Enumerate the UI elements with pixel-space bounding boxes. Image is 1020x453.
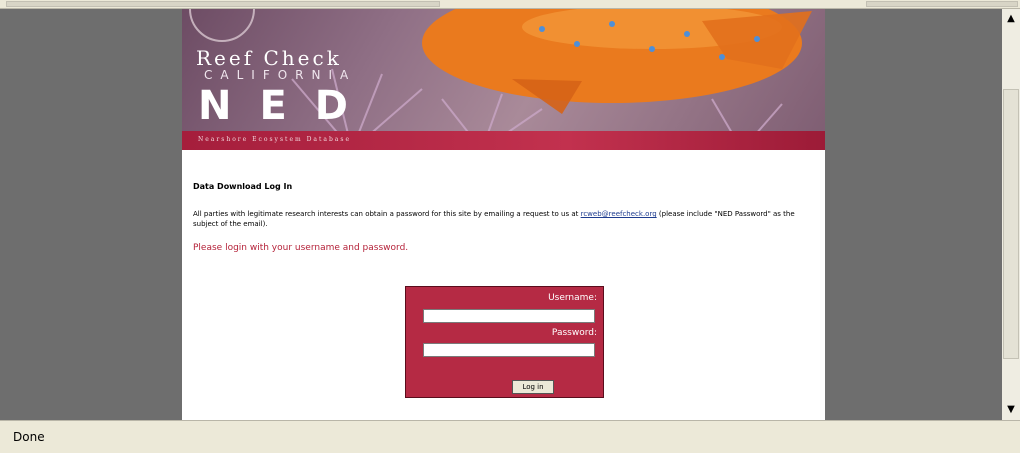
login-prompt: Please login with your username and pass… [193, 243, 409, 253]
fish-spot [609, 21, 615, 27]
username-label: Username: [548, 293, 597, 303]
toolbar-segment-right [866, 1, 1018, 7]
fish-spot [539, 26, 545, 32]
login-form: Username: Password: Log in [405, 286, 604, 398]
browser-toolbar [0, 0, 1020, 9]
password-input[interactable] [423, 343, 595, 357]
info-paragraph: All parties with legitimate research int… [193, 209, 818, 229]
page-heading: Data Download Log In [193, 182, 293, 191]
ned-logo-text: NED [198, 83, 377, 129]
browser-viewport: Reef Check CALIFORNIA NED Nearshore Ecos… [0, 9, 1002, 420]
status-bar: Done [0, 420, 1020, 453]
fish-spot [754, 36, 760, 42]
fish-spot [574, 41, 580, 47]
brand-title: Reef Check [196, 46, 342, 70]
password-label: Password: [551, 328, 597, 338]
logo-circle [189, 9, 255, 42]
info-paragraph-prefix: All parties with legitimate research int… [193, 210, 581, 218]
scroll-down-arrow-icon[interactable]: ▼ [1003, 402, 1019, 418]
status-text: Done [13, 430, 45, 444]
scroll-up-arrow-icon[interactable]: ▲ [1003, 11, 1019, 27]
scrollbar-thumb[interactable] [1003, 89, 1019, 359]
username-input[interactable] [423, 309, 595, 323]
toolbar-segment-left [6, 1, 440, 7]
banner-strip-text: Nearshore Ecosystem Database [198, 136, 352, 143]
email-link[interactable]: rcweb@reefcheck.org [581, 210, 657, 218]
site-banner: Reef Check CALIFORNIA NED Nearshore Ecos… [182, 9, 825, 150]
fish-tail [512, 79, 582, 114]
fish-spot [719, 54, 725, 60]
login-button[interactable]: Log in [512, 380, 554, 394]
fish-spot [649, 46, 655, 52]
vertical-scrollbar[interactable]: ▲ ▼ [1002, 9, 1020, 420]
brand-subtitle: CALIFORNIA [204, 68, 357, 82]
fish-spot [684, 31, 690, 37]
